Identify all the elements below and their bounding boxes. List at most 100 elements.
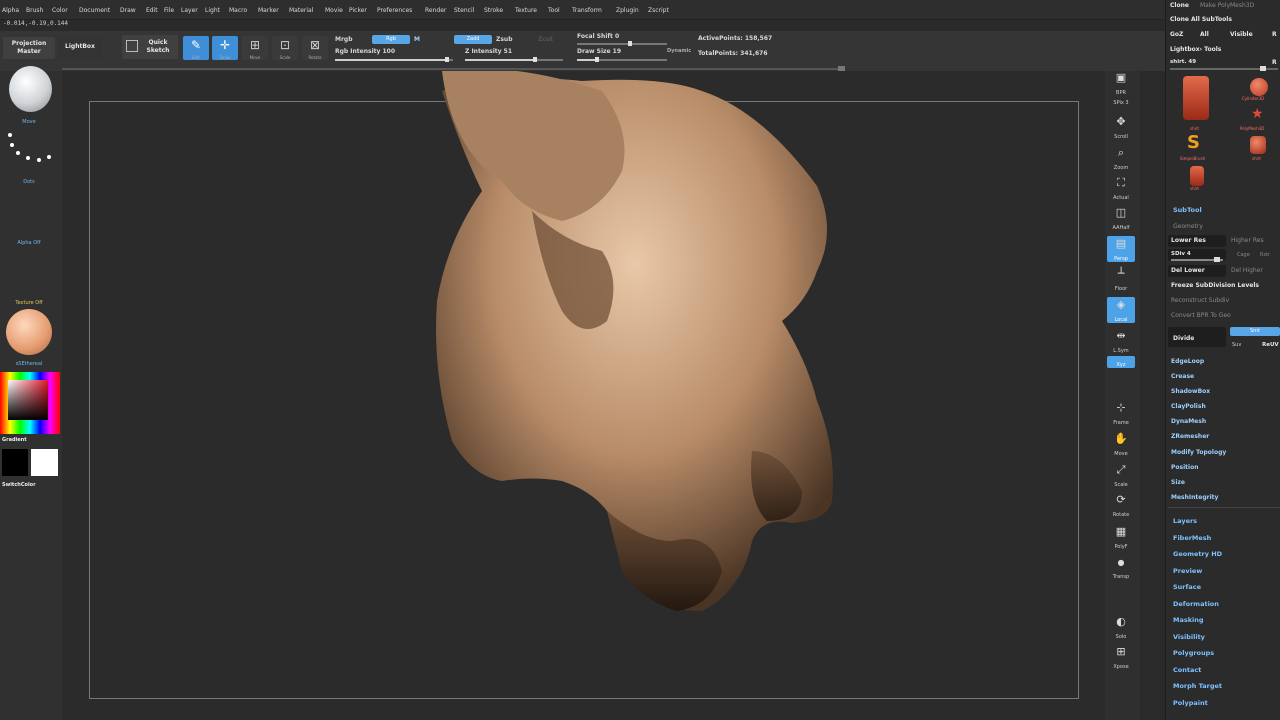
edit-mode-button[interactable]: ✎ Edit (183, 36, 209, 60)
scroll-button[interactable]: ✥ Scroll (1107, 114, 1135, 140)
deformation-section[interactable]: Deformation (1173, 600, 1219, 608)
make-polymesh-button[interactable]: Make PolyMesh3D (1200, 2, 1254, 9)
suv-toggle[interactable]: Suv (1232, 342, 1241, 348)
freeze-subdivision-button[interactable]: Freeze SubDivision Levels (1171, 282, 1259, 289)
subtool-section[interactable]: SubTool (1173, 206, 1202, 214)
geometry-hd-section[interactable]: Geometry HD (1173, 550, 1222, 558)
layers-section[interactable]: Layers (1173, 517, 1197, 525)
polymesh-star-icon[interactable]: ★ (1251, 107, 1264, 121)
crease-section[interactable]: Crease (1171, 373, 1194, 380)
menu-picker[interactable]: Picker (349, 7, 367, 14)
persp-button[interactable]: ▤ Persp (1107, 236, 1135, 262)
menu-stroke[interactable]: Stroke (484, 7, 503, 14)
r-button[interactable]: R (1272, 31, 1277, 38)
divide-button[interactable]: Divide (1173, 335, 1194, 342)
local-button[interactable]: ◈ Local (1107, 297, 1135, 323)
cage-button[interactable]: Cage (1237, 252, 1250, 258)
smt-toggle[interactable]: Smt (1230, 327, 1280, 336)
menu-preferences[interactable]: Preferences (377, 7, 412, 14)
menu-zplugin[interactable]: Zplugin (616, 7, 639, 14)
menu-texture[interactable]: Texture (515, 7, 537, 14)
sdiv-slider[interactable]: SDiv 4 (1171, 251, 1191, 257)
sculpt-model[interactable] (62, 71, 1105, 720)
polypaint-section[interactable]: Polypaint (1173, 699, 1208, 707)
shelf-scrollbar[interactable] (62, 68, 842, 70)
rgb-intensity-knob[interactable] (445, 57, 449, 62)
scale-mode-button[interactable]: ⊡ Scale (272, 36, 298, 60)
floor-button[interactable]: ┴ Floor (1107, 266, 1135, 292)
all-button[interactable]: All (1200, 31, 1209, 38)
surface-section[interactable]: Surface (1173, 583, 1201, 591)
rotate-mode-button[interactable]: ⊠ Rotate (302, 36, 328, 60)
move-mode-button[interactable]: ⊞ Move (242, 36, 268, 60)
menu-edit[interactable]: Edit (146, 7, 158, 14)
fibermesh-section[interactable]: FiberMesh (1173, 534, 1211, 542)
lightbox-button[interactable]: LightBox (58, 37, 102, 59)
focal-shift-knob[interactable] (628, 41, 632, 46)
zremesher-section[interactable]: ZRemesher (1171, 433, 1209, 440)
menu-macro[interactable]: Macro (229, 7, 247, 14)
zoom-button[interactable]: ⌕ Zoom (1107, 145, 1135, 171)
lower-res-button[interactable]: Lower Res (1171, 237, 1206, 244)
frame-button[interactable]: ⊹ Frame (1107, 400, 1135, 426)
clone-button[interactable]: Clone (1170, 2, 1189, 9)
higher-res-button[interactable]: Higher Res (1231, 237, 1264, 244)
gradient-label[interactable]: Gradient (2, 437, 60, 443)
masking-section[interactable]: Masking (1173, 616, 1204, 624)
main-color-swatch[interactable] (31, 449, 58, 476)
dynamesh-section[interactable]: DynaMesh (1171, 418, 1206, 425)
zcut-toggle[interactable]: Zcut (538, 36, 553, 43)
menu-tool[interactable]: Tool (548, 7, 560, 14)
polygroups-section[interactable]: Polygroups (1173, 649, 1214, 657)
menu-file[interactable]: File (164, 7, 174, 14)
shadowbox-section[interactable]: ShadowBox (1171, 388, 1210, 395)
menu-layer[interactable]: Layer (181, 7, 198, 14)
z-intensity-knob[interactable] (533, 57, 537, 62)
sdiv-knob[interactable] (1214, 257, 1220, 262)
spix-slider[interactable]: SPix 3 (1107, 94, 1135, 106)
morph-target-section[interactable]: Morph Target (1173, 682, 1222, 690)
cylinder3d-thumbnail[interactable] (1250, 78, 1268, 96)
mrgb-toggle[interactable]: Mrgb (335, 36, 353, 43)
dots-stroke-icon[interactable] (4, 131, 54, 169)
visible-button[interactable]: Visible (1230, 31, 1253, 38)
shirt-thumbnail[interactable] (1183, 76, 1209, 120)
modify-topology-section[interactable]: Modify Topology (1171, 449, 1226, 456)
reuv-button[interactable]: ReUV (1262, 342, 1279, 348)
solo-button[interactable]: ◐ Solo (1107, 614, 1135, 640)
quick-sketch-button[interactable]: Quick Sketch (122, 35, 178, 59)
lightbox-tools-button[interactable]: Lightbox› Tools (1170, 46, 1221, 53)
texture-label[interactable]: Texture Off (0, 300, 58, 306)
tool-slider-knob[interactable] (1260, 66, 1266, 71)
move-brush-icon[interactable] (9, 66, 52, 112)
claypolish-section[interactable]: ClayPolish (1171, 403, 1206, 410)
menu-transform[interactable]: Transform (572, 7, 602, 14)
goz-button[interactable]: GoZ (1170, 31, 1183, 38)
alpha-label[interactable]: Alpha Off (0, 240, 58, 246)
focal-shift-slider[interactable] (577, 43, 667, 45)
menu-draw[interactable]: Draw (120, 7, 136, 14)
shirt-thumbnail-3[interactable] (1190, 166, 1204, 186)
switch-color-label[interactable]: SwitchColor (2, 482, 60, 488)
del-lower-button[interactable]: Del Lower (1171, 267, 1205, 274)
meshintegrity-section[interactable]: MeshIntegrity (1171, 494, 1218, 501)
geometry-section[interactable]: Geometry (1173, 223, 1203, 230)
aahalf-button[interactable]: ◫ AAHalf (1107, 205, 1135, 231)
color-picker-square[interactable] (8, 380, 48, 420)
draw-size-knob[interactable] (595, 57, 599, 62)
move-view-button[interactable]: ✋ Move (1107, 431, 1135, 457)
zsub-toggle[interactable]: Zsub (496, 36, 513, 43)
convert-bpr-button[interactable]: Convert BPR To Geo (1171, 312, 1231, 319)
menu-movie[interactable]: Movie (325, 7, 343, 14)
r-button-2[interactable]: R (1272, 59, 1277, 66)
menu-alpha[interactable]: Alpha (2, 7, 19, 14)
clone-all-subtools-button[interactable]: Clone All SubTools (1170, 16, 1232, 23)
polyf-button[interactable]: ▦ PolyF (1107, 524, 1135, 550)
actual-button[interactable]: ⛶ Actual (1107, 175, 1135, 201)
bpr-button[interactable]: ▣ BPR (1107, 70, 1135, 96)
position-section[interactable]: Position (1171, 464, 1198, 471)
dynamic-toggle[interactable]: Dynamic (667, 48, 691, 54)
menu-zscript[interactable]: Zscript (648, 7, 669, 14)
size-section[interactable]: Size (1171, 479, 1185, 486)
reconstruct-subdiv-button[interactable]: Reconstruct Subdiv (1171, 297, 1229, 304)
